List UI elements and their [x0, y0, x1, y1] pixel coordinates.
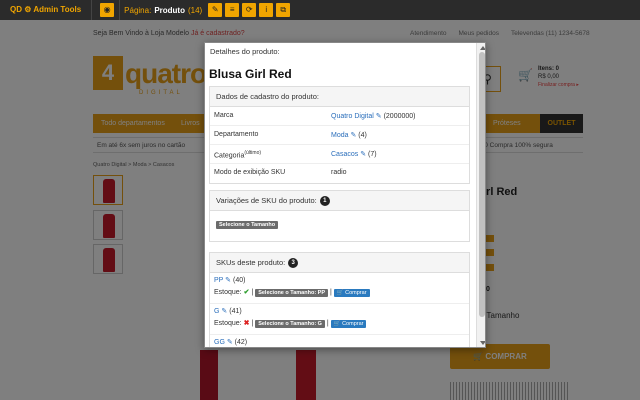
sku-title: G ✎ (41) — [214, 307, 242, 315]
sku-variation-tag: Selecione o Tamanho: PP — [255, 289, 329, 297]
skus-panel: SKUs deste produto: 3 PP ✎ (40) Estoque: … — [209, 252, 470, 347]
refresh-icon[interactable]: ⟳ — [242, 3, 257, 17]
table-row: Modo de exibição SKU radio — [210, 164, 469, 183]
page-value: Produto — [154, 5, 185, 15]
pencil-icon[interactable]: ✎ — [221, 308, 227, 315]
sku-id: (42) — [234, 339, 248, 346]
scroll-up-icon[interactable] — [480, 46, 485, 50]
count-badge: 1 — [319, 196, 330, 207]
sku-variation-tag: Selecione o Tamanho: G — [255, 320, 325, 328]
row-label: Modo de exibição SKU — [214, 169, 286, 176]
pencil-icon[interactable]: ✎ — [376, 113, 382, 120]
row-value: Quatro Digital ✎ (2000000) — [331, 112, 416, 120]
sku-link[interactable]: G — [214, 308, 219, 315]
stock-label: Estoque: — [214, 289, 242, 296]
sku-stock-line: Estoque: ✖ | Selecione o Tamanho: G | 🛒 … — [214, 319, 367, 328]
sku-title: PP ✎ (40) — [214, 276, 245, 284]
panel-heading: Dados de cadastro do produto: — [210, 87, 469, 107]
sku-item: G ✎ (41) Estoque: ✖ | Selecione o Tamanh… — [210, 304, 469, 335]
row-value: Casacos ✎ (7) — [331, 150, 377, 158]
variations-panel: Variações de SKU do produto: 1 Selecione … — [209, 190, 470, 242]
brand-id: (2000000) — [383, 113, 416, 120]
row-value: radio — [331, 169, 347, 176]
modal-header-text: Detalhes do produto: — [210, 47, 280, 56]
close-icon: ✖ — [243, 320, 250, 327]
page-label: Página: — [124, 5, 152, 15]
department-id: (4) — [358, 132, 367, 139]
panel-heading: SKUs deste produto: 3 — [210, 253, 469, 273]
toolbar-divider — [119, 0, 121, 20]
sku-item: GG ✎ (42) — [210, 335, 469, 347]
variation-tags: Selecione o Tamanho — [210, 211, 469, 237]
panel-heading: Variações de SKU do produto: 1 — [210, 191, 469, 211]
pencil-icon[interactable]: ✎ — [350, 132, 356, 139]
list-icon[interactable]: ≡ — [225, 3, 240, 17]
panel-heading-text: SKUs deste produto: — [216, 258, 286, 267]
department-link[interactable]: Moda — [331, 132, 349, 139]
registration-panel: Dados de cadastro do produto: Marca Quat… — [209, 86, 470, 184]
product-details-modal: Detalhes do produto: Blusa Girl Red Dado… — [204, 42, 486, 348]
pencil-icon[interactable]: ✎ — [208, 3, 223, 17]
check-icon: ✔ — [243, 289, 250, 296]
row-label: Marca — [214, 112, 234, 119]
sku-stock-line: Estoque: ✔ | Selecione o Tamanho: PP | 🛒… — [214, 288, 370, 297]
table-row: Departamento Moda ✎ (4) — [210, 126, 469, 145]
sku-link[interactable]: PP — [214, 277, 223, 284]
scroll-thumb[interactable] — [479, 52, 485, 317]
row-label-superscript: (último) — [244, 150, 262, 156]
modal-scrollbar[interactable] — [476, 43, 485, 347]
buy-sku-button[interactable]: 🛒 Comprar — [333, 289, 370, 297]
modal-title: Blusa Girl Red — [209, 67, 292, 81]
sku-id: (41) — [229, 308, 242, 315]
brand-link[interactable]: Quatro Digital — [331, 113, 374, 120]
sku-id: (40) — [233, 277, 246, 284]
page-count: (14) — [187, 5, 203, 15]
row-label: Departamento — [214, 131, 259, 138]
row-label: Categoria(último) — [214, 150, 261, 159]
modal-header: Detalhes do produto: — [205, 43, 485, 59]
category-link[interactable]: Casacos — [331, 151, 358, 158]
buy-sku-label: Comprar — [342, 321, 364, 327]
admin-toolbar: QD ⚙ Admin Tools ◉ Página: Produto (14) … — [0, 0, 640, 20]
stock-label: Estoque: — [214, 320, 242, 327]
category-id: (7) — [368, 151, 377, 158]
buy-sku-button[interactable]: 🛒 Comprar — [330, 320, 367, 328]
table-row: Marca Quatro Digital ✎ (2000000) — [210, 107, 469, 126]
row-value: Moda ✎ (4) — [331, 131, 367, 139]
table-row: Categoria(último) Casacos ✎ (7) — [210, 145, 469, 164]
info-icon[interactable]: i — [259, 3, 274, 17]
buy-sku-label: Comprar — [345, 290, 367, 296]
sku-link[interactable]: GG — [214, 339, 225, 346]
pencil-icon[interactable]: ✎ — [360, 151, 366, 158]
pencil-icon[interactable]: ✎ — [227, 339, 233, 346]
scroll-down-icon[interactable] — [480, 341, 485, 345]
sku-title: GG ✎ (42) — [214, 338, 247, 346]
variation-tag: Selecione o Tamanho — [216, 221, 279, 229]
count-badge: 3 — [288, 258, 299, 269]
pencil-icon[interactable]: ✎ — [225, 277, 231, 284]
copy-icon[interactable]: ⧉ — [276, 3, 291, 17]
admin-brand[interactable]: QD ⚙ Admin Tools — [0, 0, 93, 20]
panel-heading-text: Variações de SKU do produto: — [216, 196, 317, 205]
sku-item: PP ✎ (40) Estoque: ✔ | Selecione o Taman… — [210, 273, 469, 304]
eye-icon[interactable]: ◉ — [100, 3, 115, 17]
row-label-text: Categoria — [214, 152, 245, 160]
